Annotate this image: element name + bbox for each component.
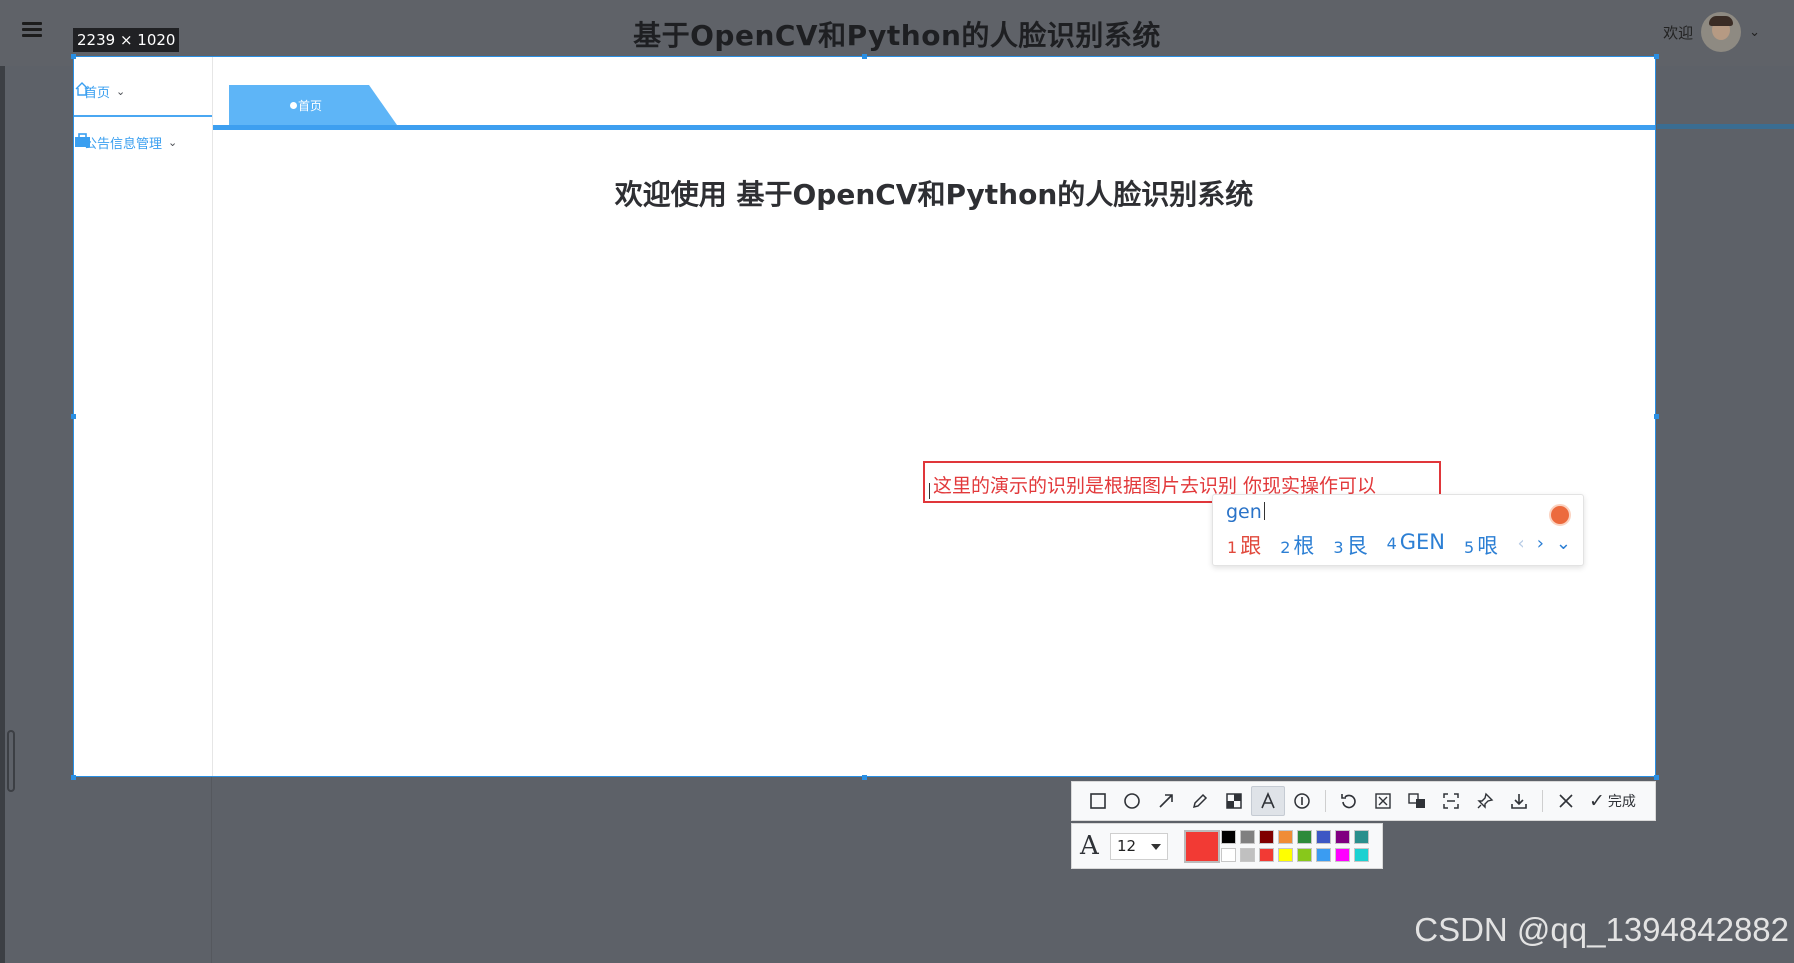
ime-candidate[interactable]: 2根 xyxy=(1280,530,1314,560)
chevron-left-icon[interactable]: ‹ xyxy=(1518,533,1525,554)
ime-candidate[interactable]: 5哏 xyxy=(1464,530,1498,560)
chevron-down-icon: ⌄ xyxy=(168,135,178,149)
user-menu[interactable]: 欢迎 ⌄ xyxy=(1663,12,1760,52)
chevron-down-icon[interactable]: ⌄ xyxy=(1556,533,1571,554)
sidebar: 首页 ⌄ 公告信息管理 ⌄ xyxy=(74,57,213,776)
ime-composition: gen xyxy=(1226,501,1265,523)
close-icon[interactable] xyxy=(1549,786,1583,816)
color-swatch[interactable] xyxy=(1335,830,1350,844)
color-swatch[interactable] xyxy=(1316,830,1331,844)
mosaic-icon[interactable] xyxy=(1217,786,1251,816)
ime-candidate-list: 1跟 2根 3艮 4 GEN 5哏 xyxy=(1227,530,1498,560)
window-edge xyxy=(0,0,5,963)
ime-logo-icon[interactable] xyxy=(1549,504,1571,526)
check-icon: ✓ xyxy=(1589,790,1605,812)
resize-handle[interactable] xyxy=(862,775,867,780)
ellipse-icon[interactable] xyxy=(1115,786,1149,816)
color-swatch[interactable] xyxy=(1278,830,1293,844)
welcome-text: 欢迎 xyxy=(1663,23,1694,42)
text-icon[interactable] xyxy=(1251,786,1285,816)
dot-icon xyxy=(290,101,297,109)
color-swatch[interactable] xyxy=(1240,830,1255,844)
ime-candidate[interactable]: 3艮 xyxy=(1333,530,1367,560)
resize-handle[interactable] xyxy=(1654,775,1659,780)
watermark: CSDN @qq_1394842882 xyxy=(1414,911,1789,948)
scrollbar-thumb[interactable] xyxy=(7,730,15,792)
page-title: 欢迎使用 基于OpenCV和Python的人脸识别系统 xyxy=(614,178,1254,211)
ocr-icon[interactable] xyxy=(1434,786,1468,816)
tab-home[interactable]: 首页 xyxy=(229,85,397,125)
sidebar-item-label: 首页 xyxy=(84,85,111,101)
arrow-icon[interactable] xyxy=(1149,786,1183,816)
dropdown-arrow-icon xyxy=(1151,844,1161,850)
sidebar-item-announcements[interactable]: 公告信息管理 ⌄ xyxy=(74,117,212,167)
sidebar-item-label: 公告信息管理 xyxy=(84,136,163,152)
tabbar-underline xyxy=(1657,124,1794,129)
color-swatch[interactable] xyxy=(1297,848,1312,862)
ime-candidate[interactable]: 4 GEN xyxy=(1387,530,1445,560)
done-label: 完成 xyxy=(1607,794,1636,810)
color-swatch[interactable] xyxy=(1259,830,1274,844)
toolbar-divider xyxy=(1542,790,1543,812)
resize-handle[interactable] xyxy=(71,775,76,780)
resize-handle[interactable] xyxy=(1654,414,1659,419)
pin-icon[interactable] xyxy=(1468,786,1502,816)
color-swatch[interactable] xyxy=(1297,830,1312,844)
chevron-right-icon[interactable]: › xyxy=(1537,533,1544,554)
rectangle-icon[interactable] xyxy=(1081,786,1115,816)
color-palette xyxy=(1221,830,1381,864)
tab-label: 首页 xyxy=(298,98,323,113)
ime-paging: ‹ › ⌄ xyxy=(1518,533,1572,554)
color-swatch[interactable] xyxy=(1335,848,1350,862)
download-icon[interactable] xyxy=(1502,786,1536,816)
resize-handle[interactable] xyxy=(71,414,76,419)
translate-icon[interactable] xyxy=(1400,786,1434,816)
resize-handle[interactable] xyxy=(1654,54,1659,59)
ime-candidate[interactable]: 1跟 xyxy=(1227,530,1261,560)
tabbar-underline xyxy=(213,125,1655,130)
toolbar-divider xyxy=(1325,790,1326,812)
resize-handle[interactable] xyxy=(71,54,76,59)
chevron-down-icon[interactable]: ⌄ xyxy=(1749,25,1760,40)
number-icon[interactable] xyxy=(1285,786,1319,816)
app-title: 基于OpenCV和Python的人脸识别系统 xyxy=(633,19,1161,52)
color-swatch[interactable] xyxy=(1240,848,1255,862)
color-swatch[interactable] xyxy=(1259,848,1274,862)
font-icon: A xyxy=(1080,831,1099,861)
capture-selection[interactable]: 首页 ⌄ 公告信息管理 ⌄ 首页 欢迎使用 基于OpenCV和Python的人脸… xyxy=(73,56,1656,777)
resize-handle[interactable] xyxy=(862,54,867,59)
color-swatch[interactable] xyxy=(1354,848,1369,862)
color-swatch[interactable] xyxy=(1354,830,1369,844)
color-swatch[interactable] xyxy=(1278,848,1293,862)
avatar[interactable] xyxy=(1701,12,1742,52)
font-size-select[interactable]: 12 xyxy=(1110,833,1168,860)
ime-candidate-window[interactable]: gen 1跟 2根 3艮 4 GEN 5哏 ‹ › ⌄ xyxy=(1212,494,1584,566)
text-style-toolbar: A 12 xyxy=(1071,823,1383,869)
color-swatch[interactable] xyxy=(1316,848,1331,862)
annotation-toolbar: ✓ 完成 xyxy=(1071,781,1656,821)
chevron-down-icon: ⌄ xyxy=(116,84,126,98)
font-size-value: 12 xyxy=(1117,837,1137,855)
undo-icon[interactable] xyxy=(1332,786,1366,816)
color-swatch[interactable] xyxy=(1221,830,1236,844)
pen-icon[interactable] xyxy=(1183,786,1217,816)
color-swatch[interactable] xyxy=(1221,848,1236,862)
sidebar-item-home[interactable]: 首页 ⌄ xyxy=(74,67,212,117)
current-color-swatch[interactable] xyxy=(1184,830,1220,863)
cut-icon[interactable] xyxy=(1366,786,1400,816)
selection-size-label: 2239 × 1020 xyxy=(73,28,180,52)
done-button[interactable]: ✓ 完成 xyxy=(1589,790,1636,812)
tab-bar: 首页 xyxy=(213,57,1655,130)
